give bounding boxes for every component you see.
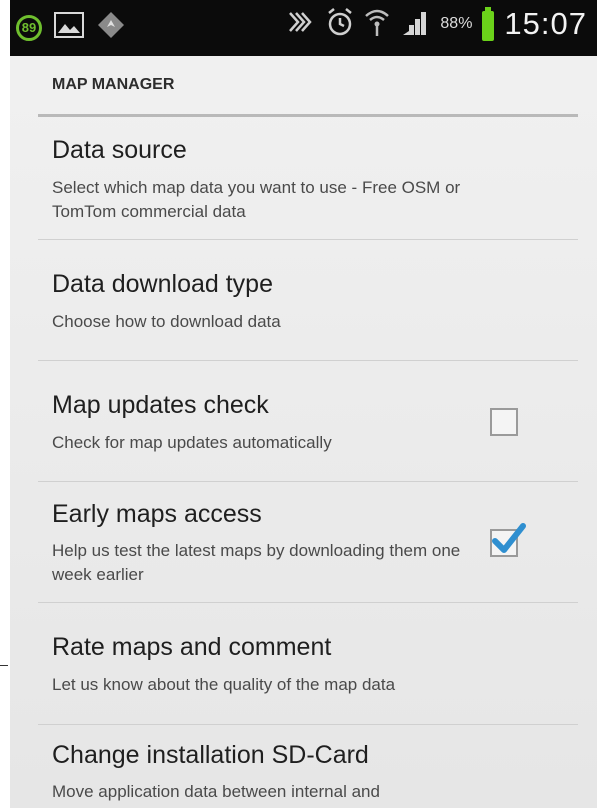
- image-icon: [54, 12, 84, 43]
- pref-change-sd-card[interactable]: Change installation SD-Card Move applica…: [38, 725, 578, 808]
- map-updates-checkbox[interactable]: [490, 408, 518, 436]
- pref-summary: Let us know about the quality of the map…: [52, 675, 396, 694]
- pref-early-maps-access[interactable]: Early maps access Help us test the lates…: [38, 482, 578, 603]
- pref-summary: Check for map updates automatically: [52, 433, 332, 452]
- pref-title: Rate maps and comment: [52, 633, 332, 661]
- section-header: MAP MANAGER: [52, 76, 175, 93]
- status-bar: 89 88% 15:07: [10, 0, 597, 56]
- status-bar-left: 89: [16, 10, 126, 45]
- wifi-icon: [364, 7, 390, 42]
- pref-summary: Choose how to download data: [52, 312, 281, 331]
- alarm-icon: [326, 7, 354, 42]
- pref-summary: Select which map data you want to use - …: [52, 178, 461, 221]
- pref-data-download-type[interactable]: Data download type Choose how to downloa…: [38, 240, 578, 361]
- early-maps-checkbox[interactable]: [490, 523, 526, 557]
- notification-count-badge: 89: [16, 14, 42, 41]
- status-clock: 15:07: [504, 6, 587, 41]
- pref-map-updates-check[interactable]: Map updates check Check for map updates …: [38, 361, 578, 482]
- navigation-icon: [96, 10, 126, 45]
- pref-summary: Move application data between internal a…: [52, 782, 380, 801]
- pref-rate-maps[interactable]: Rate maps and comment Let us know about …: [38, 603, 578, 725]
- pref-summary: Help us test the latest maps by download…: [52, 541, 461, 584]
- battery-icon: [482, 7, 495, 41]
- pref-title: Data source: [52, 136, 187, 164]
- checkmark-icon: [492, 523, 526, 553]
- clipped-side-divider: [0, 665, 8, 666]
- nfc-icon: [286, 9, 316, 40]
- status-bar-right: 88% 15:07: [286, 6, 587, 42]
- pref-title: Data download type: [52, 270, 273, 298]
- pref-title: Early maps access: [52, 500, 262, 528]
- pref-title: Change installation SD-Card: [52, 741, 369, 769]
- section-divider: [38, 114, 578, 117]
- phone-screen: 89 88% 15:07 MAP MANAGER Data source Sel…: [10, 0, 597, 808]
- battery-percent: 88%: [440, 15, 473, 32]
- pref-data-source[interactable]: Data source Select which map data you wa…: [38, 118, 578, 240]
- signal-icon: [400, 7, 430, 42]
- pref-title: Map updates check: [52, 391, 269, 419]
- clipped-side-label: [0, 655, 10, 695]
